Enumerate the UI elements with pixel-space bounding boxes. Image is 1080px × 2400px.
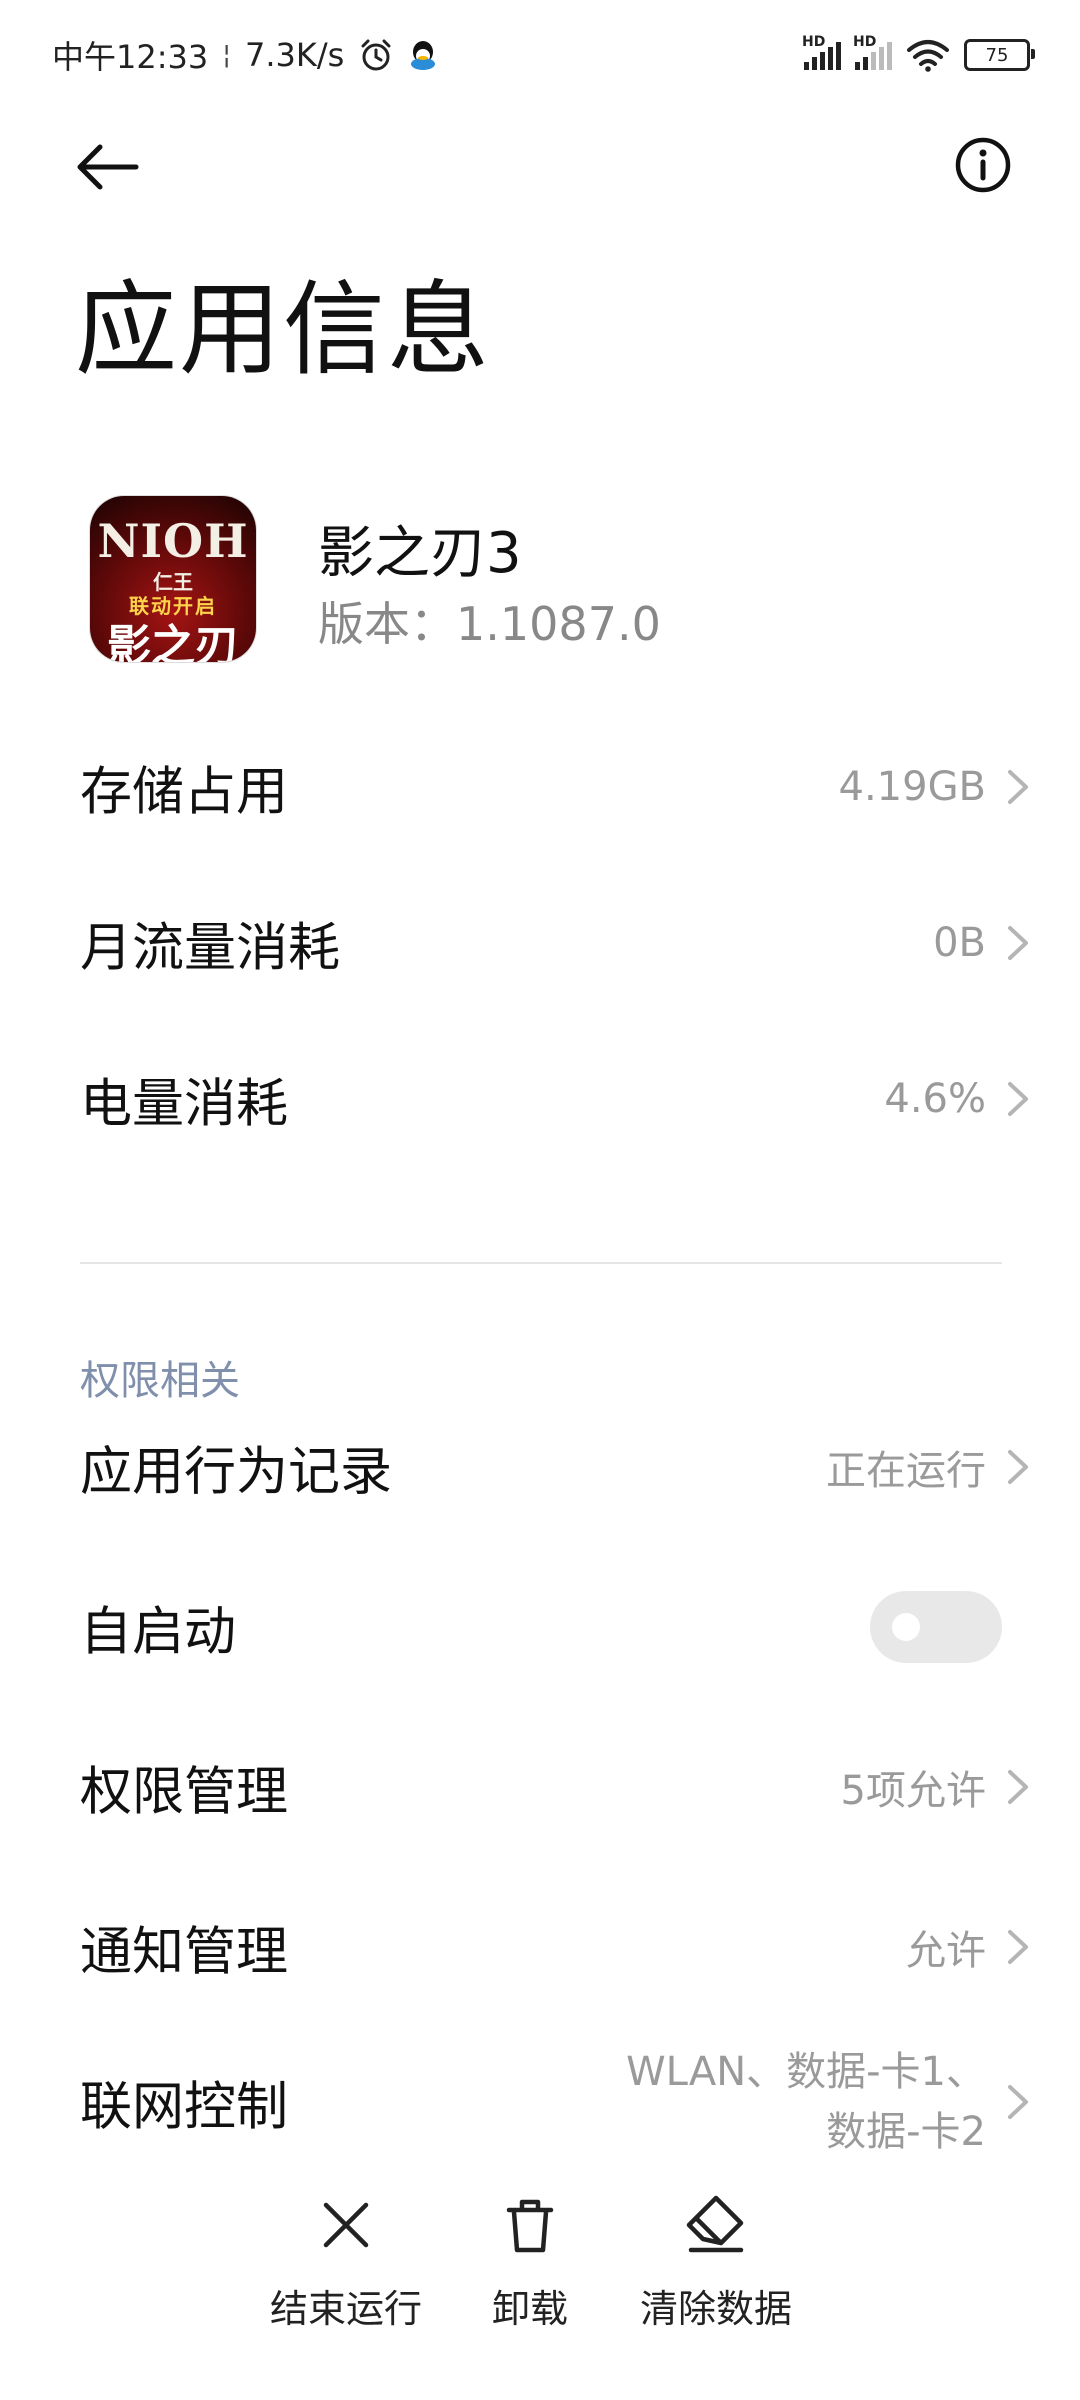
chevron-right-icon — [1008, 770, 1028, 804]
network-control-value-line1: WLAN、数据-卡1、 — [626, 2049, 986, 2095]
status-time: 中午12:33 — [52, 38, 209, 76]
app-behavior-record-label: 应用行为记录 — [80, 1442, 393, 1503]
autostart-label: 自启动 — [80, 1602, 237, 1663]
chevron-right-icon — [1008, 2085, 1028, 2119]
permission-management-value: 5项允许 — [840, 1768, 986, 1814]
cellular-signal-2-icon: HD — [853, 34, 892, 70]
monthly-data-usage-row[interactable]: 月流量消耗 0B — [0, 868, 1080, 1018]
network-control-row[interactable]: 联网控制 WLAN、数据-卡1、 数据-卡2 — [0, 2032, 1080, 2172]
notification-management-row[interactable]: 通知管理 允许 — [0, 1872, 1080, 2022]
app-details-info-button[interactable] — [948, 130, 1018, 200]
autostart-row: 自启动 — [0, 1552, 1080, 1702]
permission-management-row[interactable]: 权限管理 5项允许 — [0, 1712, 1080, 1862]
section-divider — [80, 1262, 1002, 1264]
app-behavior-record-row[interactable]: 应用行为记录 正在运行 — [0, 1392, 1080, 1542]
status-bar-left: 中午12:33 ¦ 7.3K/s — [52, 30, 438, 80]
chevron-right-icon — [1008, 926, 1028, 960]
battery-level: 75 — [985, 44, 1009, 66]
wifi-icon — [907, 40, 949, 72]
force-stop-button[interactable]: 结束运行 — [270, 2190, 422, 2333]
force-stop-label: 结束运行 — [270, 2287, 423, 2331]
chevron-right-icon — [1008, 1770, 1028, 1804]
uninstall-button[interactable]: 卸载 — [492, 2190, 568, 2333]
battery-icon: 75 — [964, 39, 1035, 71]
toggle-knob — [892, 1613, 920, 1641]
storage-usage-row[interactable]: 存储占用 4.19GB — [0, 712, 1080, 862]
network-control-label: 联网控制 — [80, 2077, 289, 2138]
notification-management-value: 允许 — [906, 1928, 986, 1974]
storage-usage-label: 存储占用 — [80, 762, 289, 823]
app-name: 影之刃3 — [318, 521, 522, 586]
page-title: 应用信息 — [75, 271, 491, 390]
app-icon-logo-text: NIOH — [97, 514, 249, 568]
app-behavior-record-value: 正在运行 — [826, 1448, 986, 1494]
battery-usage-row[interactable]: 电量消耗 4.6% — [0, 1024, 1080, 1174]
monthly-data-usage-value: 0B — [933, 920, 986, 966]
chevron-right-icon — [1008, 1082, 1028, 1116]
storage-usage-value: 4.19GB — [838, 764, 987, 810]
permission-management-label: 权限管理 — [80, 1762, 289, 1823]
signal-2-hd-tag: HD — [853, 34, 877, 50]
clear-data-button[interactable]: 清除数据 — [640, 2190, 792, 2333]
battery-usage-label: 电量消耗 — [80, 1074, 289, 1135]
status-bar: 中午12:33 ¦ 7.3K/s HD HD 75 — [0, 0, 1080, 110]
uninstall-label: 卸载 — [492, 2287, 569, 2331]
clear-data-label: 清除数据 — [640, 2287, 793, 2331]
monthly-data-usage-label: 月流量消耗 — [80, 918, 341, 979]
status-separator: ¦ — [222, 40, 231, 70]
signal-1-hd-tag: HD — [802, 34, 826, 50]
info-icon — [955, 137, 1011, 193]
battery-usage-value: 4.6% — [884, 1076, 986, 1122]
status-bar-right: HD HD 75 — [802, 30, 1035, 80]
notification-management-label: 通知管理 — [80, 1922, 289, 1983]
eraser-icon — [686, 2195, 744, 2253]
network-control-value: WLAN、数据-卡1、 数据-卡2 — [626, 2042, 986, 2162]
chevron-right-icon — [1008, 1450, 1028, 1484]
close-icon — [323, 2202, 369, 2248]
back-arrow-icon — [77, 144, 139, 190]
app-icon-game-title: 影之刃 — [107, 621, 239, 662]
app-version: 版本：1.1087.0 — [318, 597, 661, 651]
back-button[interactable] — [70, 132, 150, 202]
cellular-signal-1-icon: HD — [802, 34, 841, 70]
qq-penguin-icon — [411, 41, 436, 70]
bottom-action-bar: 结束运行 卸载 清除数据 — [0, 2160, 1080, 2400]
app-icon: NIOH 仁王 联动开启 影之刃 — [90, 496, 256, 662]
status-net-speed: 7.3K/s — [245, 36, 345, 74]
chevron-right-icon — [1008, 1930, 1028, 1964]
alarm-clock-icon — [361, 39, 391, 71]
trash-icon — [506, 2199, 554, 2253]
network-control-value-line2: 数据-卡2 — [826, 2109, 986, 2155]
autostart-toggle[interactable] — [870, 1591, 1002, 1663]
